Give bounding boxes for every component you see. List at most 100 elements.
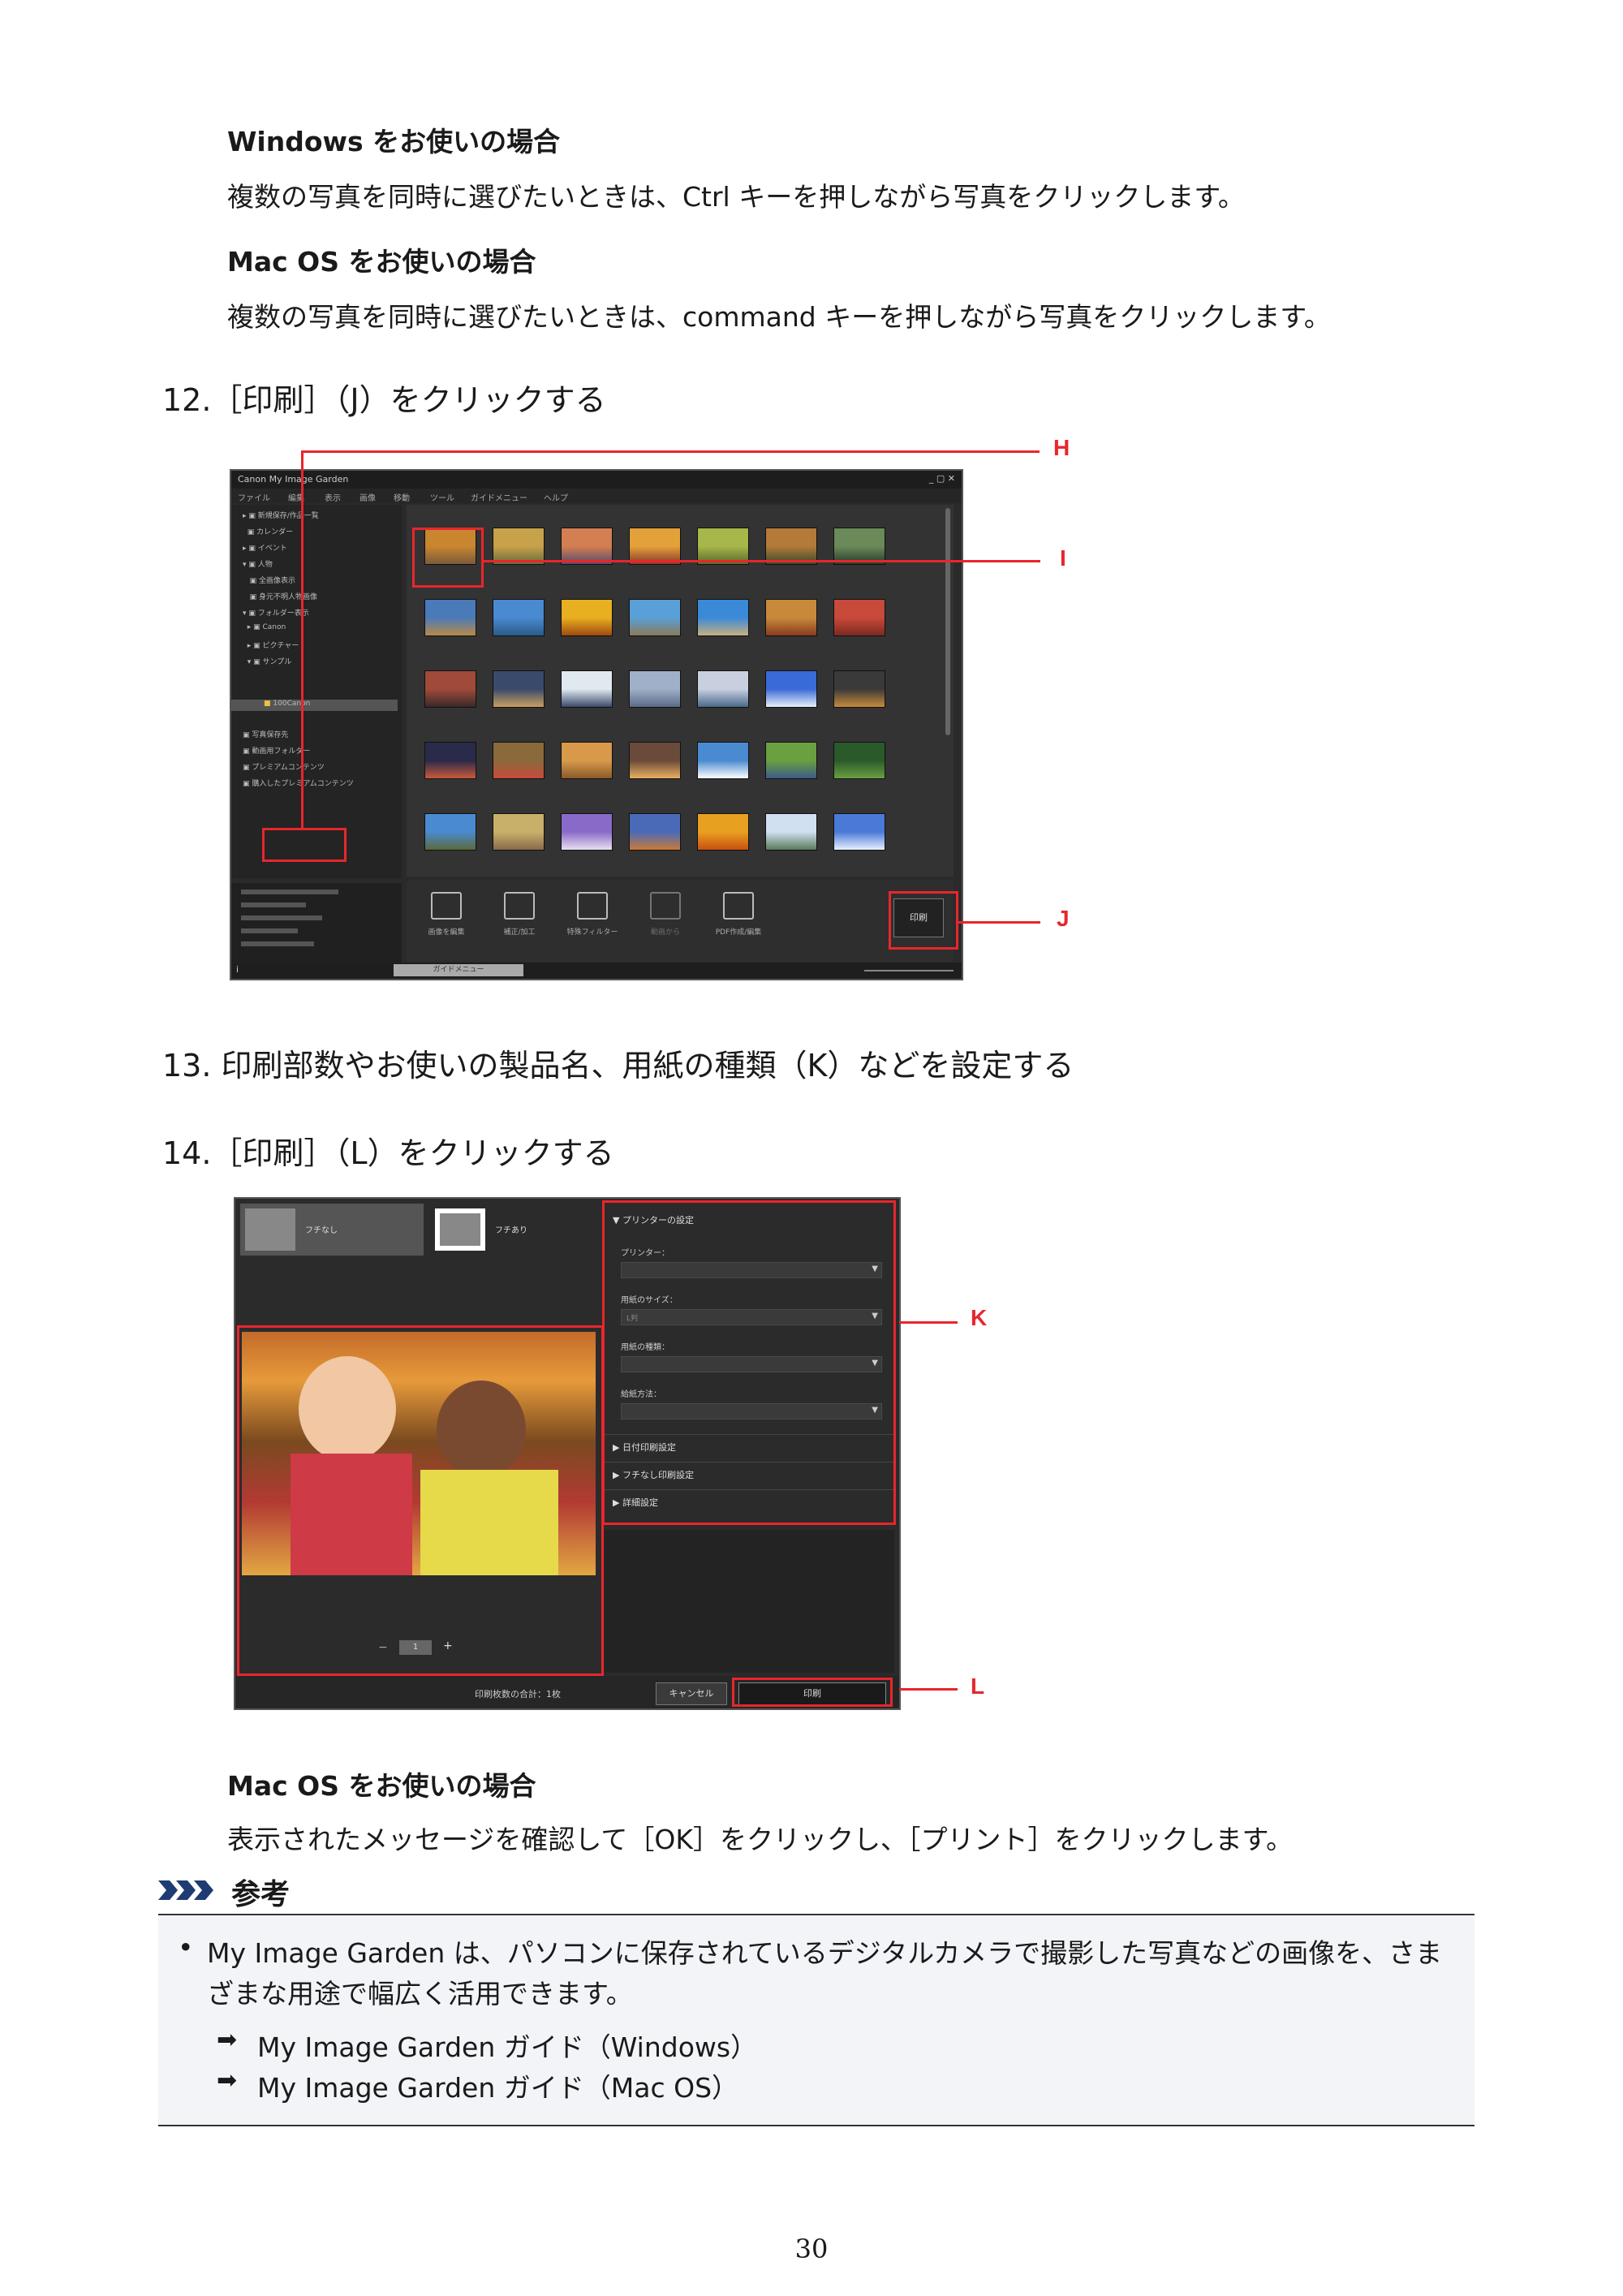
layout-bordered[interactable]: フチあり bbox=[430, 1204, 613, 1256]
arrow-right-icon: ➡ bbox=[217, 2066, 238, 2095]
status-bar: i ガイドメニュー bbox=[231, 963, 962, 979]
tree-item[interactable]: ▸ ▣ 新規保存/作品一覧 bbox=[243, 510, 319, 521]
step-13: 13. 印刷部数やお使いの製品名、用紙の種類（K）などを設定する bbox=[162, 1048, 1074, 1083]
callout-j-line bbox=[958, 921, 1040, 924]
guide-menu-button[interactable]: ガイドメニュー bbox=[394, 964, 523, 976]
cancel-button[interactable]: キャンセル bbox=[656, 1682, 727, 1705]
tree-item[interactable]: ▣ カレンダー bbox=[243, 526, 293, 537]
photo-thumbnail[interactable] bbox=[833, 813, 885, 851]
photo-thumbnail[interactable] bbox=[833, 742, 885, 779]
mac-text: 複数の写真を同時に選びたいときは、command キーを押しながら写真をクリック… bbox=[227, 301, 1331, 333]
reference-text-line2: ざまな用途で幅広く活用できます。 bbox=[207, 1978, 633, 2010]
photo-thumbnail[interactable] bbox=[424, 670, 476, 708]
tree-item[interactable]: ▣ 動画用フォルダー bbox=[243, 745, 310, 756]
correct-tool[interactable]: 補正/加工 bbox=[491, 892, 548, 957]
photo-thumbnail[interactable] bbox=[493, 670, 545, 708]
photo-thumbnail[interactable] bbox=[629, 813, 681, 851]
highlight-thumbnail bbox=[412, 528, 484, 588]
photo-thumbnail[interactable] bbox=[833, 670, 885, 708]
my-image-garden-screenshot: Canon My Image Garden _ ▢ ✕ ファイル 編集 表示 画… bbox=[230, 469, 963, 980]
folder-tree: ▸ ▣ 新規保存/作品一覧 ▣ カレンダー ▸ ▣ イベント ▾ ▣ 人物 ▣ … bbox=[231, 505, 402, 878]
photo-thumbnail[interactable] bbox=[561, 742, 613, 779]
tree-item[interactable]: ▣ 購入したプレミアムコンテンツ bbox=[243, 778, 354, 789]
menu-image[interactable]: 画像 bbox=[359, 491, 376, 503]
mac-heading: Mac OS をお使いの場合 bbox=[227, 246, 536, 278]
reference-arrows-icon bbox=[158, 1880, 213, 1900]
photo-thumbnail[interactable] bbox=[765, 742, 817, 779]
tree-item[interactable]: ▾ ▣ サンプル bbox=[243, 656, 291, 667]
photo-thumbnail[interactable] bbox=[629, 670, 681, 708]
callout-i-line bbox=[482, 560, 1040, 562]
photo-thumbnail[interactable] bbox=[765, 599, 817, 636]
photo-thumbnail[interactable] bbox=[697, 599, 749, 636]
photo-thumbnail[interactable] bbox=[697, 742, 749, 779]
video-icon bbox=[650, 892, 681, 920]
photo-thumbnail[interactable] bbox=[493, 599, 545, 636]
menu-bar: ファイル 編集 表示 画像 移動 ツール ガイドメニュー ヘルプ bbox=[231, 489, 962, 503]
link-guide-windows[interactable]: My Image Garden ガイド（Windows） bbox=[257, 2026, 757, 2065]
photo-thumbnail[interactable] bbox=[833, 599, 885, 636]
reference-title: 参考 bbox=[231, 1878, 291, 1911]
menu-guide[interactable]: ガイドメニュー bbox=[471, 491, 527, 503]
photo-thumbnail[interactable] bbox=[697, 813, 749, 851]
reference-text-line1: My Image Garden は、パソコンに保存されているデジタルカメラで撮影… bbox=[207, 1937, 1443, 1969]
mac-note-text: 表示されたメッセージを確認して［OK］をクリックし、［プリント］をクリックします… bbox=[227, 1824, 1294, 1855]
menu-help[interactable]: ヘルプ bbox=[544, 491, 568, 503]
tree-item[interactable]: ▣ プレミアムコンテンツ bbox=[243, 761, 325, 773]
filter-icon bbox=[577, 892, 608, 920]
tree-item[interactable]: ▣ 身元不明人物画像 bbox=[243, 591, 317, 602]
menu-file[interactable]: ファイル bbox=[238, 491, 270, 503]
link-guide-mac[interactable]: My Image Garden ガイド（Mac OS） bbox=[257, 2066, 738, 2105]
info-icon[interactable]: i bbox=[236, 964, 239, 975]
layout-borderless[interactable]: フチなし bbox=[240, 1204, 424, 1256]
highlight-settings bbox=[602, 1200, 896, 1525]
callout-j: J bbox=[1057, 906, 1070, 931]
mac-note-heading: Mac OS をお使いの場合 bbox=[227, 1770, 536, 1802]
photo-thumbnail[interactable] bbox=[629, 742, 681, 779]
filter-tool[interactable]: 特殊フィルター bbox=[564, 892, 621, 957]
photo-thumbnail[interactable] bbox=[765, 670, 817, 708]
bottom-toolbar: 画像を編集 補正/加工 特殊フィルター 動画から PDF作成/編集 印刷 bbox=[407, 881, 954, 962]
photo-thumbnail[interactable] bbox=[765, 813, 817, 851]
print-settings-screenshot: フチなし フチあり − 1 + ▼ プリンターの設定 プリンター： ▼ 用紙のサ… bbox=[234, 1197, 901, 1710]
callout-h-line bbox=[301, 450, 1040, 453]
window-title: Canon My Image Garden bbox=[238, 474, 349, 485]
menu-move[interactable]: 移動 bbox=[394, 491, 410, 503]
photo-thumbnail[interactable] bbox=[629, 599, 681, 636]
edit-icon bbox=[431, 892, 462, 920]
arrow-right-icon: ➡ bbox=[217, 2026, 238, 2054]
tree-item[interactable]: ▾ ▣ 人物 bbox=[243, 558, 273, 570]
edit-image-tool[interactable]: 画像を編集 bbox=[418, 892, 475, 957]
tree-item[interactable]: ▸ ▣ Canon bbox=[243, 623, 286, 635]
photo-thumbnail[interactable] bbox=[561, 599, 613, 636]
photo-thumbnail[interactable] bbox=[424, 599, 476, 636]
tree-item[interactable]: ▣ 写真保存先 bbox=[243, 729, 288, 740]
windows-text: 複数の写真を同時に選びたいときは、Ctrl キーを押しながら写真をクリックします… bbox=[227, 181, 1245, 213]
tree-item[interactable]: ▾ ▣ フォルダー表示 bbox=[243, 607, 309, 618]
tree-item[interactable]: ▣ 全画像表示 bbox=[243, 575, 295, 586]
highlight-preview bbox=[237, 1325, 604, 1676]
zoom-slider[interactable] bbox=[864, 970, 954, 971]
callout-i: I bbox=[1060, 545, 1066, 571]
photo-thumbnail[interactable] bbox=[561, 670, 613, 708]
tree-item-selected[interactable]: ■ 100Canon bbox=[231, 700, 398, 711]
photo-thumbnail[interactable] bbox=[697, 670, 749, 708]
window-controls-icon[interactable]: _ ▢ ✕ bbox=[929, 473, 955, 484]
pdf-tool[interactable]: PDF作成/編集 bbox=[710, 892, 767, 957]
highlight-print bbox=[732, 1678, 893, 1707]
window-titlebar: Canon My Image Garden _ ▢ ✕ bbox=[231, 471, 962, 489]
photo-thumbnail[interactable] bbox=[424, 813, 476, 851]
tree-item[interactable]: ▸ ▣ ピクチャー bbox=[243, 640, 299, 651]
highlight-folder bbox=[262, 828, 347, 862]
photo-thumbnail[interactable] bbox=[561, 813, 613, 851]
video-tool[interactable]: 動画から bbox=[637, 892, 694, 957]
grid-scrollbar[interactable] bbox=[945, 508, 950, 735]
correct-icon bbox=[504, 892, 535, 920]
menu-tools[interactable]: ツール bbox=[430, 491, 454, 503]
photo-thumbnail[interactable] bbox=[424, 742, 476, 779]
windows-heading: Windows をお使いの場合 bbox=[227, 126, 561, 157]
photo-thumbnail[interactable] bbox=[493, 813, 545, 851]
menu-view[interactable]: 表示 bbox=[325, 491, 341, 503]
photo-thumbnail[interactable] bbox=[493, 742, 545, 779]
tree-item[interactable]: ▸ ▣ イベント bbox=[243, 542, 287, 554]
